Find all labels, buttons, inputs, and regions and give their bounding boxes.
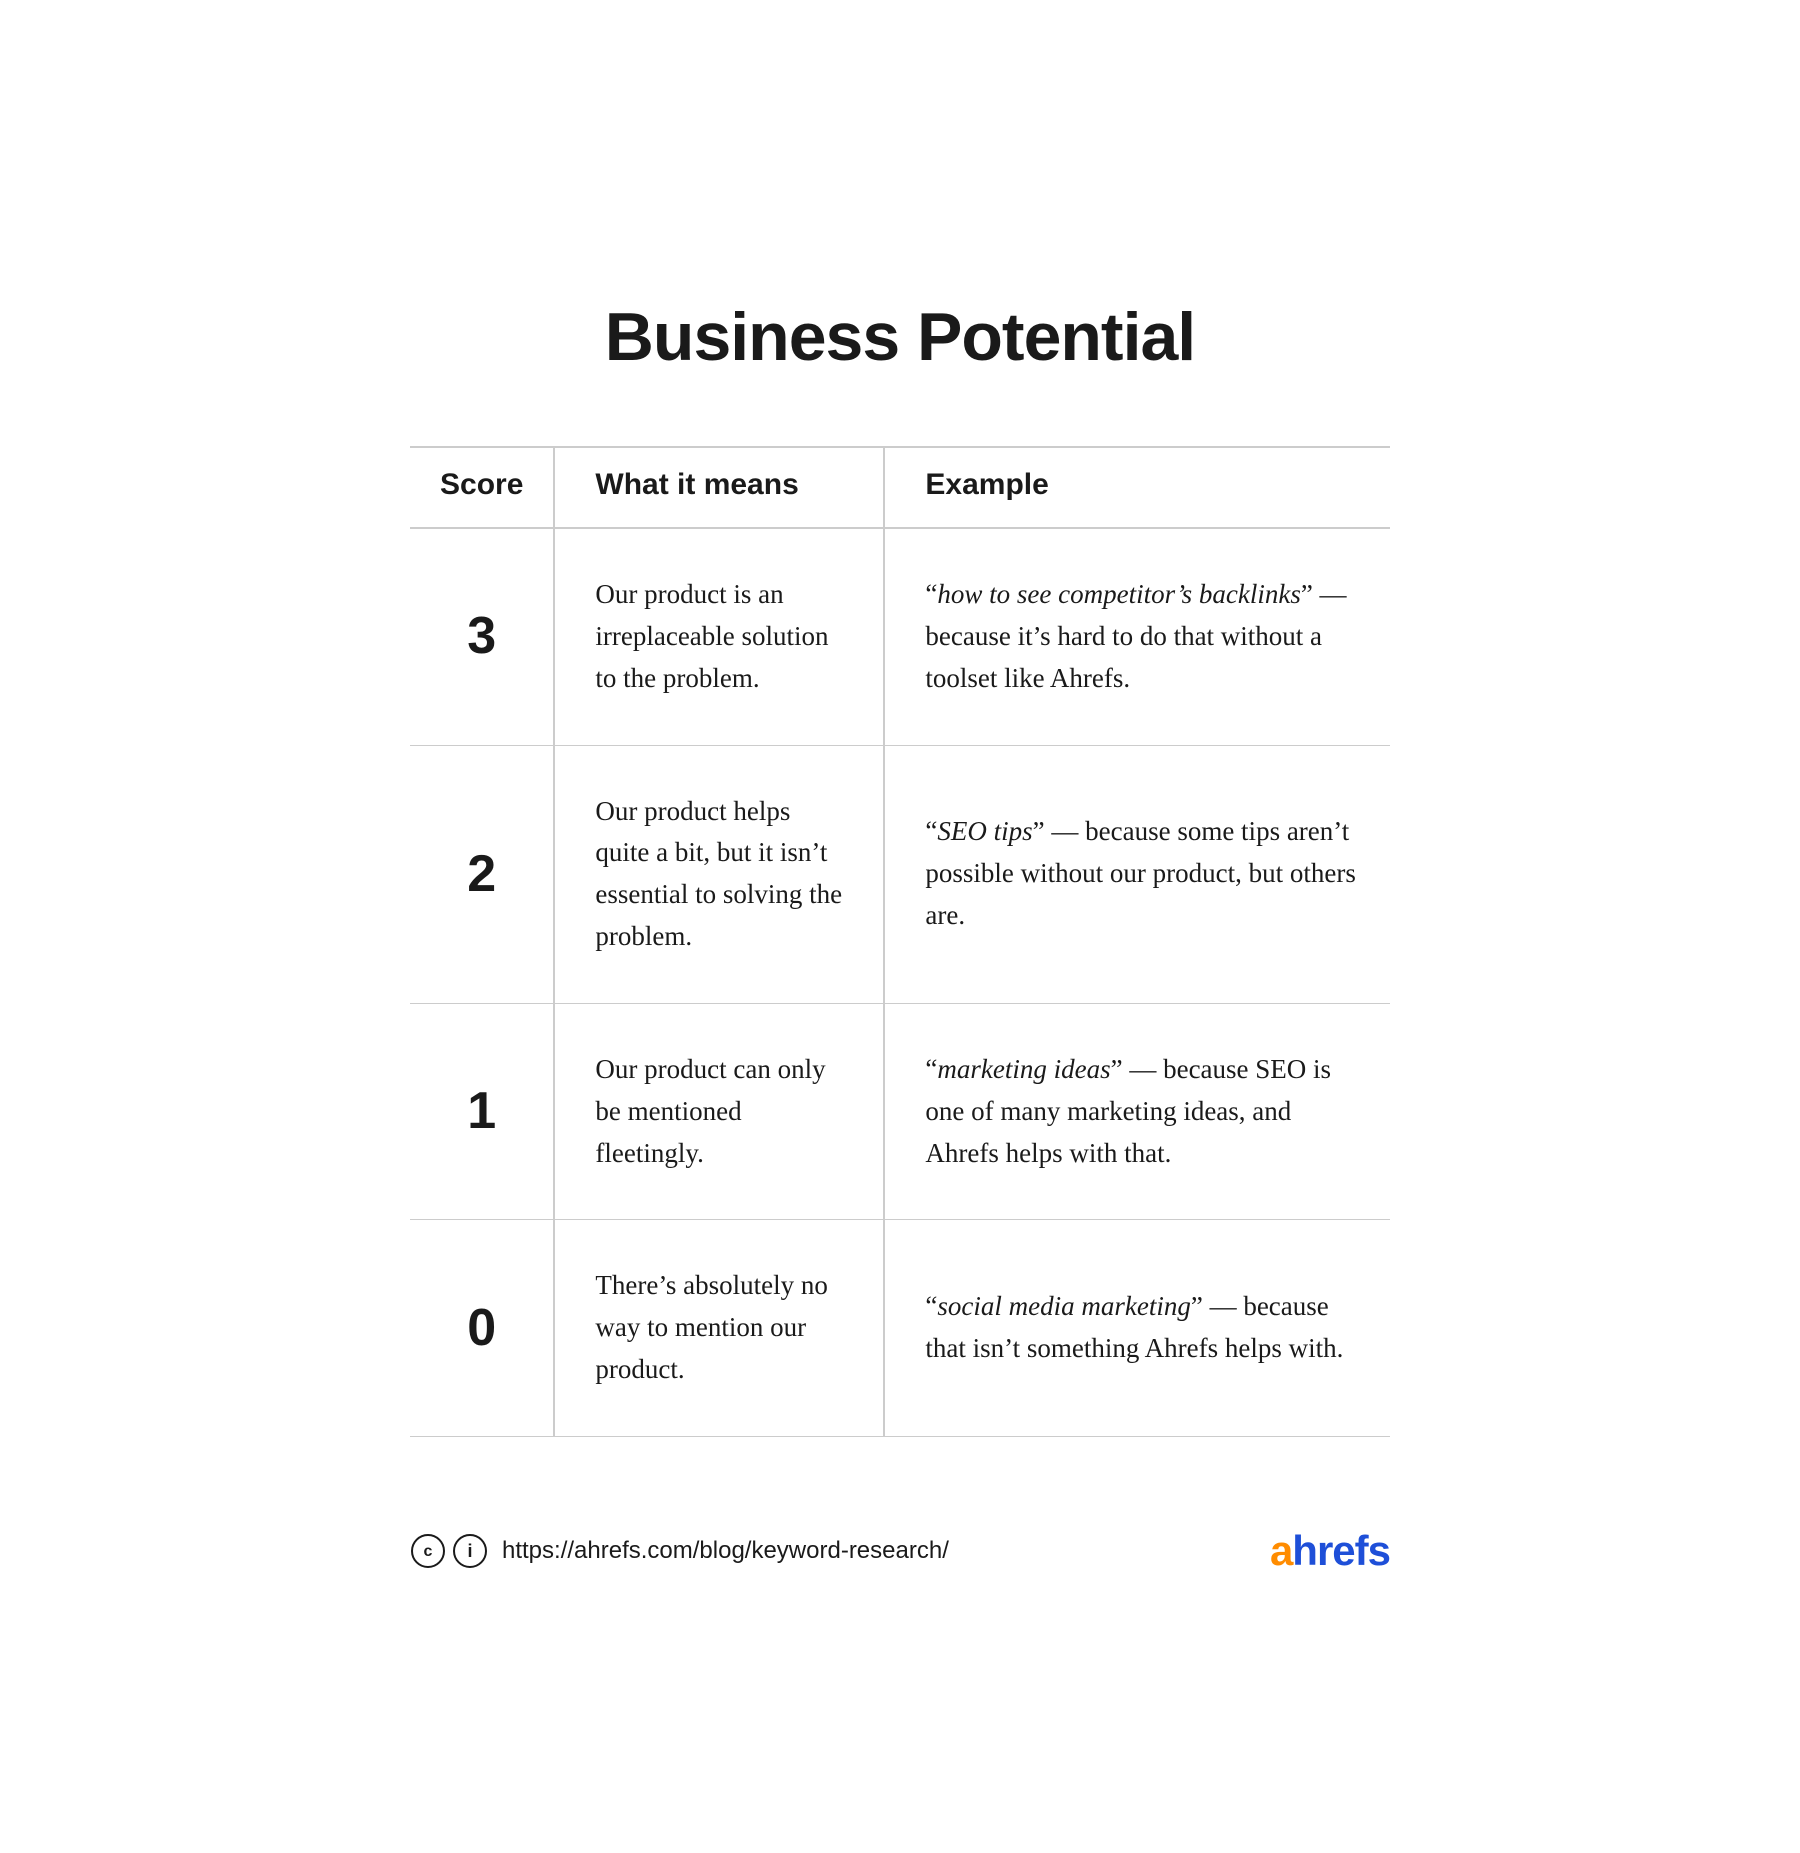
table-row: 3Our product is an irreplaceable solutio… bbox=[410, 528, 1390, 745]
footer-url: https://ahrefs.com/blog/keyword-research… bbox=[502, 1537, 949, 1565]
meaning-cell: Our product is an irreplaceable solution… bbox=[554, 528, 884, 745]
table-row: 2Our product helps quite a bit, but it i… bbox=[410, 745, 1390, 1003]
footer-left: c i https://ahrefs.com/blog/keyword-rese… bbox=[410, 1533, 949, 1569]
ahrefs-logo: ahrefs bbox=[1270, 1527, 1390, 1575]
footer-icons: c i bbox=[410, 1533, 488, 1569]
example-cell: “marketing ideas” — because SEO is one o… bbox=[884, 1003, 1390, 1220]
table-row: 1Our product can only be mentioned fleet… bbox=[410, 1003, 1390, 1220]
footer: c i https://ahrefs.com/blog/keyword-rese… bbox=[410, 1517, 1390, 1575]
business-potential-table: Score What it means Example 3Our product… bbox=[410, 446, 1390, 1437]
logo-hrefs-text: hrefs bbox=[1292, 1527, 1390, 1574]
example-cell: “SEO tips” — because some tips aren’t po… bbox=[884, 745, 1390, 1003]
table-row: 0There’s absolutely no way to mention ou… bbox=[410, 1220, 1390, 1437]
meaning-cell: There’s absolutely no way to mention our… bbox=[554, 1220, 884, 1437]
svg-text:c: c bbox=[424, 1543, 433, 1560]
score-cell: 3 bbox=[410, 528, 554, 745]
example-italic: how to see competitor’s backlinks bbox=[937, 579, 1300, 609]
example-cell: “how to see competitor’s backlinks” — be… bbox=[884, 528, 1390, 745]
table-header-row: Score What it means Example bbox=[410, 447, 1390, 528]
meaning-cell: Our product can only be mentioned fleeti… bbox=[554, 1003, 884, 1220]
header-meaning: What it means bbox=[554, 447, 884, 528]
logo-a-letter: a bbox=[1270, 1527, 1292, 1574]
score-cell: 1 bbox=[410, 1003, 554, 1220]
page-container: Business Potential Score What it means E… bbox=[350, 218, 1450, 1635]
score-cell: 2 bbox=[410, 745, 554, 1003]
svg-text:i: i bbox=[467, 1541, 472, 1561]
meaning-cell: Our product helps quite a bit, but it is… bbox=[554, 745, 884, 1003]
page-title: Business Potential bbox=[605, 298, 1195, 376]
info-icon: i bbox=[452, 1533, 488, 1569]
header-example: Example bbox=[884, 447, 1390, 528]
score-cell: 0 bbox=[410, 1220, 554, 1437]
header-score: Score bbox=[410, 447, 554, 528]
cc-license-icon: c bbox=[410, 1533, 446, 1569]
example-italic: SEO tips bbox=[937, 816, 1032, 846]
example-italic: social media marketing bbox=[937, 1291, 1190, 1321]
example-italic: marketing ideas bbox=[937, 1054, 1110, 1084]
example-cell: “social media marketing” — because that … bbox=[884, 1220, 1390, 1437]
